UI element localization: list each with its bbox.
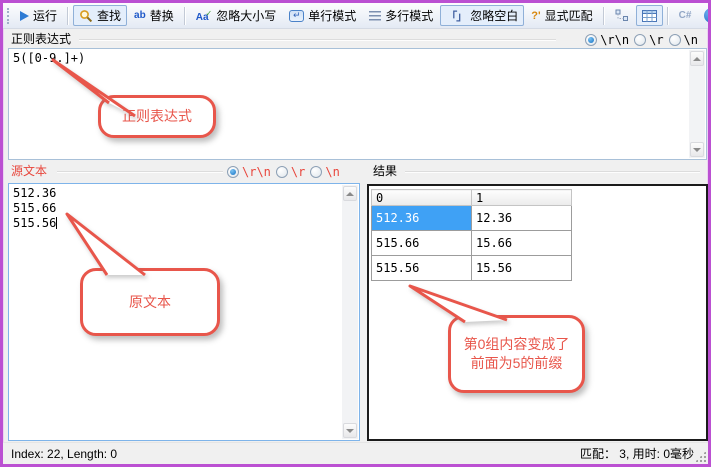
callout-result-bubble: 第0组内容变成了前面为5的前缀 [448,315,585,393]
radio-icon [276,166,288,178]
callout-text: 第0组内容变成了前面为5的前缀 [457,335,576,373]
column-header-0[interactable]: 0 [372,190,472,206]
table-cell-selected[interactable]: 512.36 [372,206,472,231]
status-index-length: Index: 22, Length: 0 [11,447,117,461]
callout-regex-bubble: 正则表达式 [98,95,216,138]
source-line: 515.66 [13,201,355,216]
groove-line [57,171,223,173]
callout-text: 原文本 [129,293,171,312]
app-window: 运行 查找 ab 替换 Aa✓ 忽略大小写 ↵ 单行模式 多行模式 「」 忽略空… [0,0,711,467]
radio-checked-icon [585,34,597,46]
table-cell[interactable]: 15.66 [472,231,572,256]
groove-line [79,39,556,41]
table-row: 512.36 12.36 [372,206,572,231]
multiline-mode-label: 多行模式 [385,7,433,24]
find-label: 查找 [97,7,121,24]
separator [603,7,605,25]
radio-icon [634,34,646,46]
replace-label: 替换 [150,7,174,24]
scroll-up-button[interactable] [690,51,704,66]
text-cursor [56,217,57,229]
result-panel: 0 1 512.36 12.36 515.66 15.66 515.56 15.… [367,184,708,441]
regex-scrollbar[interactable] [689,50,705,158]
arrow-up-icon [693,57,701,61]
ignore-case-button[interactable]: Aa✓ 忽略大小写 [190,5,283,26]
regex-radio-crlf[interactable]: \r\n [585,33,629,47]
result-panel-label: 结果 [373,164,397,179]
regex-radio-cr[interactable]: \r [634,33,663,47]
replace-icon: ab [134,10,146,21]
separator [184,7,186,25]
run-label: 运行 [33,7,57,24]
column-header-1[interactable]: 1 [472,190,572,206]
table-cell[interactable]: 12.36 [472,206,572,231]
replace-button[interactable]: ab 替换 [128,5,180,26]
radio-icon [310,166,322,178]
regex-newline-options: \r\n \r \n [585,32,698,47]
source-newline-options: \r\n \r \n [227,164,340,179]
ignore-whitespace-button[interactable]: 「」 忽略空白 [440,5,524,26]
table-view-button[interactable] [636,5,663,26]
status-match-info: 匹配： 3, 用时: 0毫秒 [580,445,694,462]
source-line: 515.56 [13,216,355,231]
status-bar: Index: 22, Length: 0 匹配： 3, 用时: 0毫秒 [3,442,708,464]
radio-checked-icon [227,166,239,178]
help-icon: ? [704,8,711,23]
groove-line [405,171,700,173]
table-header-row: 0 1 [372,190,572,206]
source-radio-cr[interactable]: \r [276,165,305,179]
result-table: 0 1 512.36 12.36 515.66 15.66 515.56 15.… [371,189,572,281]
multiline-mode-button[interactable]: 多行模式 [363,5,439,26]
scroll-down-button[interactable] [690,142,704,157]
toolbar-grip[interactable] [7,8,9,24]
run-button[interactable]: 运行 [14,5,63,26]
scroll-up-button[interactable] [343,186,357,201]
scroll-down-button[interactable] [343,423,357,438]
singleline-mode-button[interactable]: ↵ 单行模式 [283,5,362,26]
help-button[interactable]: ? [698,5,711,26]
callout-text: 正则表达式 [122,107,192,126]
source-scrollbar[interactable] [342,185,358,439]
ignore-case-label: 忽略大小写 [216,7,276,24]
separator [667,7,669,25]
singleline-mode-label: 单行模式 [308,7,356,24]
find-button[interactable]: 查找 [73,5,127,26]
table-row: 515.56 15.56 [372,256,572,281]
table-cell[interactable]: 515.66 [372,231,472,256]
toolbar: 运行 查找 ab 替换 Aa✓ 忽略大小写 ↵ 单行模式 多行模式 「」 忽略空… [3,3,708,29]
table-view-icon [642,10,657,22]
ignore-whitespace-icon: 「」 [446,8,466,24]
tree-view-icon [615,9,629,22]
search-icon [79,9,93,23]
table-cell[interactable]: 515.56 [372,256,472,281]
explicit-capture-icon: ?' [531,10,540,22]
callout-source-bubble: 原文本 [80,268,220,336]
regex-radio-lf[interactable]: \n [669,33,698,47]
regex-panel-label: 正则表达式 [11,32,71,47]
multiline-mode-icon [369,11,381,21]
source-line: 512.36 [13,186,355,201]
arrow-up-icon [346,192,354,196]
source-text-content: 512.36 515.66 515.56 [9,184,359,233]
source-radio-crlf[interactable]: \r\n [227,165,271,179]
source-panel-label: 源文本 [11,164,47,179]
tree-view-button[interactable] [609,5,635,26]
csharp-icon: C# [679,10,692,21]
ignore-case-icon: Aa✓ [196,9,213,23]
ignore-whitespace-label: 忽略空白 [470,7,518,24]
table-row: 515.66 15.66 [372,231,572,256]
regex-pattern-text: 5([0-9.]+) [9,49,706,68]
table-cell[interactable]: 15.56 [472,256,572,281]
run-icon [20,11,29,21]
csharp-code-button[interactable]: C# [673,5,698,26]
arrow-down-icon [693,148,701,152]
singleline-mode-icon: ↵ [289,10,304,22]
radio-icon [669,34,681,46]
explicit-capture-button[interactable]: ?' 显式匹配 [525,5,598,26]
separator [67,7,69,25]
explicit-capture-label: 显式匹配 [545,7,593,24]
arrow-down-icon [346,429,354,433]
source-radio-lf[interactable]: \n [310,165,339,179]
